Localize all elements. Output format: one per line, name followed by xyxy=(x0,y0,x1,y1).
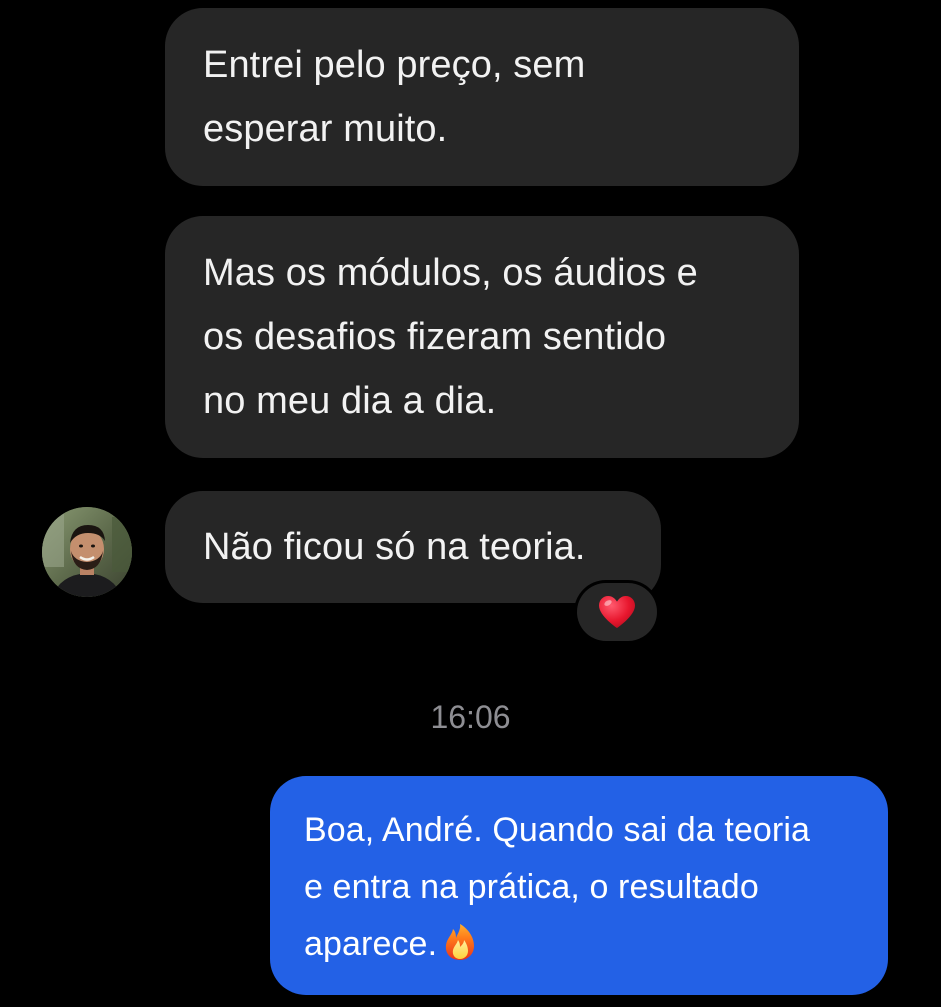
message-text-line: Mas os módulos, os áudios e xyxy=(203,252,698,294)
incoming-message-bubble[interactable]: Não ficou só na teoria. xyxy=(165,491,661,603)
fire-emoji-icon xyxy=(443,922,477,979)
profile-photo-icon xyxy=(42,507,132,597)
message-text-line: esperar muito. xyxy=(203,108,448,150)
message-text-line: os desafios fizeram sentido xyxy=(203,316,667,358)
message-text-line: Boa, André. Quando sai da teoria xyxy=(304,811,810,849)
message-text-line: Entrei pelo preço, sem xyxy=(203,44,586,86)
outgoing-message-bubble[interactable]: Boa, André. Quando sai da teoria e entra… xyxy=(270,776,888,995)
message-text-line: Não ficou só na teoria. xyxy=(203,526,586,568)
message-reaction[interactable] xyxy=(577,583,657,641)
heart-emoji-icon xyxy=(599,596,635,628)
message-text-line: aparece. xyxy=(304,925,438,963)
incoming-message-bubble[interactable]: Mas os módulos, os áudios e os desafios … xyxy=(165,216,799,458)
incoming-message-bubble[interactable]: Entrei pelo preço, sem esperar muito. xyxy=(165,8,799,186)
message-last-line: aparece. xyxy=(304,916,854,979)
chat-timestamp: 16:06 xyxy=(430,699,511,735)
message-text-line: no meu dia a dia. xyxy=(203,380,497,422)
sender-avatar[interactable] xyxy=(42,507,132,597)
message-text-line: e entra na prática, o resultado xyxy=(304,868,759,906)
